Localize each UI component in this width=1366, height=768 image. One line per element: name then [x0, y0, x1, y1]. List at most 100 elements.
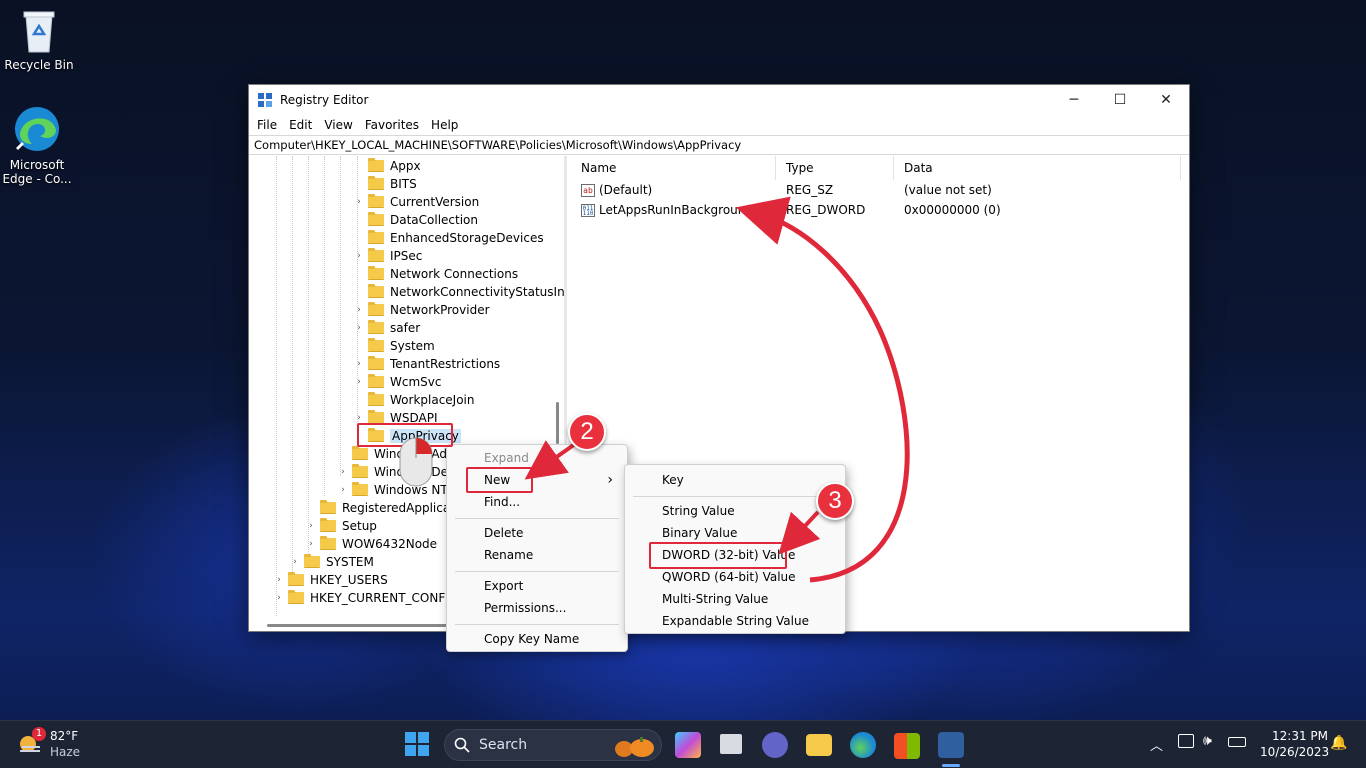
menu-item-permissions[interactable]: Permissions... [447, 597, 627, 619]
tree-item-label: NetworkProvider [390, 303, 490, 317]
chevron-right-icon[interactable]: › [353, 359, 365, 369]
tree-item[interactable]: Appx [353, 157, 421, 175]
folder-icon [352, 482, 368, 496]
chevron-right-icon[interactable]: › [289, 557, 301, 567]
chevron-right-icon[interactable]: › [353, 305, 365, 315]
tree-item[interactable]: › NetworkProvider [353, 301, 490, 319]
column-data[interactable]: Data [894, 156, 1181, 180]
value-data: (value not set) [904, 183, 992, 197]
submenu-item-string-value[interactable]: String Value [625, 500, 845, 522]
pumpkin-search-highlight-icon [615, 737, 654, 757]
menu-file[interactable]: File [251, 118, 283, 132]
list-header: Name Type Data [571, 156, 1189, 180]
folder-icon [288, 572, 304, 586]
tree-item-label: WOW6432Node [342, 537, 438, 551]
tree-item[interactable]: › WcmSvc [353, 373, 441, 391]
column-type[interactable]: Type [776, 156, 894, 180]
notification-bell-icon[interactable]: 🔔 [1330, 735, 1347, 751]
value-row[interactable]: ab (Default) REG_SZ (value not set) [571, 180, 1189, 200]
close-button[interactable]: ✕ [1143, 85, 1189, 115]
weather-temp[interactable]: 82°F [50, 729, 78, 743]
menu-item-delete[interactable]: Delete [447, 522, 627, 544]
tree-item[interactable]: NetworkConnectivityStatusIndi [353, 283, 564, 301]
network-icon[interactable] [1178, 734, 1194, 748]
submenu-item-expandable-string-value[interactable]: Expandable String Value [625, 610, 845, 632]
tree-item[interactable]: › SYSTEM [289, 553, 374, 571]
chevron-right-icon[interactable]: › [353, 377, 365, 387]
tree-item[interactable]: WorkplaceJoin [353, 391, 475, 409]
maximize-button[interactable]: ☐ [1097, 85, 1143, 115]
folder-icon [352, 446, 368, 460]
clock-time[interactable]: 12:31 PM [1272, 729, 1328, 743]
tree-item-label: HKEY_USERS [310, 573, 388, 587]
menu-edit[interactable]: Edit [283, 118, 318, 132]
chevron-right-icon[interactable]: › [353, 413, 365, 423]
regedit-taskbar-icon[interactable] [938, 732, 964, 758]
menu-item-find[interactable]: Find... [447, 491, 627, 513]
volume-icon[interactable]: 🕪 [1203, 733, 1212, 749]
chevron-right-icon[interactable]: › [337, 467, 349, 477]
clock-date[interactable]: 10/26/2023 [1260, 745, 1329, 759]
copilot-icon[interactable] [675, 732, 701, 758]
tree-item[interactable]: › TenantRestrictions [353, 355, 500, 373]
weather-condition: Haze [50, 745, 81, 759]
tree-item[interactable]: System [353, 337, 435, 355]
menu-help[interactable]: Help [425, 118, 464, 132]
chevron-right-icon[interactable]: › [273, 593, 285, 603]
submenu-item-multi-string-value[interactable]: Multi-String Value [625, 588, 845, 610]
chevron-right-icon[interactable]: › [353, 323, 365, 333]
menu-item-rename[interactable]: Rename [447, 544, 627, 566]
folder-icon [368, 356, 384, 370]
task-view-icon[interactable] [720, 734, 742, 754]
menu-favorites[interactable]: Favorites [359, 118, 425, 132]
chevron-right-icon[interactable]: › [353, 197, 365, 207]
submenu-item-key[interactable]: Key [625, 469, 845, 491]
teams-icon[interactable] [762, 732, 788, 758]
tree-item[interactable]: › HKEY_USERS [273, 571, 388, 589]
value-type: REG_SZ [786, 183, 834, 197]
tree-scrollbar[interactable] [556, 166, 559, 466]
address-bar[interactable]: Computer\HKEY_LOCAL_MACHINE\SOFTWARE\Pol… [249, 135, 1189, 155]
tree-item[interactable]: Network Connections [353, 265, 518, 283]
menu-item-expand[interactable]: Expand [447, 447, 627, 469]
chevron-right-icon[interactable]: › [305, 539, 317, 549]
submenu-item-binary-value[interactable]: Binary Value [625, 522, 845, 544]
tree-item-label: EnhancedStorageDevices [390, 231, 544, 245]
tree-item[interactable]: DataCollection [353, 211, 478, 229]
highlight-dword [649, 542, 787, 569]
file-explorer-icon[interactable] [806, 734, 832, 756]
start-icon[interactable] [405, 732, 429, 756]
chevron-right-icon[interactable]: › [273, 575, 285, 585]
chevron-up-icon[interactable]: ︿ [1150, 735, 1163, 754]
tree-item-label: Appx [390, 159, 421, 173]
tree-item[interactable]: BITS [353, 175, 417, 193]
tree-item[interactable]: › CurrentVersion [353, 193, 479, 211]
menu-item-export[interactable]: Export [447, 575, 627, 597]
store-icon[interactable] [894, 733, 920, 759]
recycle-bin-desktop-icon[interactable]: Recycle Bin [0, 8, 78, 72]
weather-badge: 1 [32, 727, 46, 741]
tree-item-label: CurrentVersion [390, 195, 480, 209]
tree-item-label: SYSTEM [326, 555, 374, 569]
value-row[interactable]: 011 110 LetAppsRunInBackground REG_DWORD 0x… [571, 200, 1189, 220]
regedit-icon [258, 93, 272, 107]
edge-desktop-icon[interactable]: Microsoft Edge - Co... [0, 104, 76, 186]
menu-item-copy-key-name[interactable]: Copy Key Name [447, 628, 627, 650]
tree-item[interactable]: › IPSec [353, 247, 422, 265]
tree-item[interactable]: › safer [353, 319, 420, 337]
folder-icon [352, 464, 368, 478]
minimize-button[interactable]: ─ [1051, 85, 1097, 115]
folder-icon [368, 176, 384, 190]
tree-item[interactable]: › Setup [305, 517, 377, 535]
chevron-right-icon[interactable]: › [305, 521, 317, 531]
tree-item[interactable]: › HKEY_CURRENT_CONFIG [273, 589, 458, 607]
submenu-item-qword-value[interactable]: QWORD (64-bit) Value [625, 566, 845, 588]
menu-view[interactable]: View [318, 118, 358, 132]
tree-item[interactable]: › WOW6432Node [305, 535, 437, 553]
column-name[interactable]: Name [571, 156, 776, 180]
battery-icon[interactable] [1228, 737, 1246, 747]
edge-taskbar-icon[interactable] [850, 732, 876, 758]
chevron-right-icon[interactable]: › [353, 251, 365, 261]
chevron-right-icon[interactable]: › [337, 485, 349, 495]
tree-item[interactable]: EnhancedStorageDevices [353, 229, 544, 247]
